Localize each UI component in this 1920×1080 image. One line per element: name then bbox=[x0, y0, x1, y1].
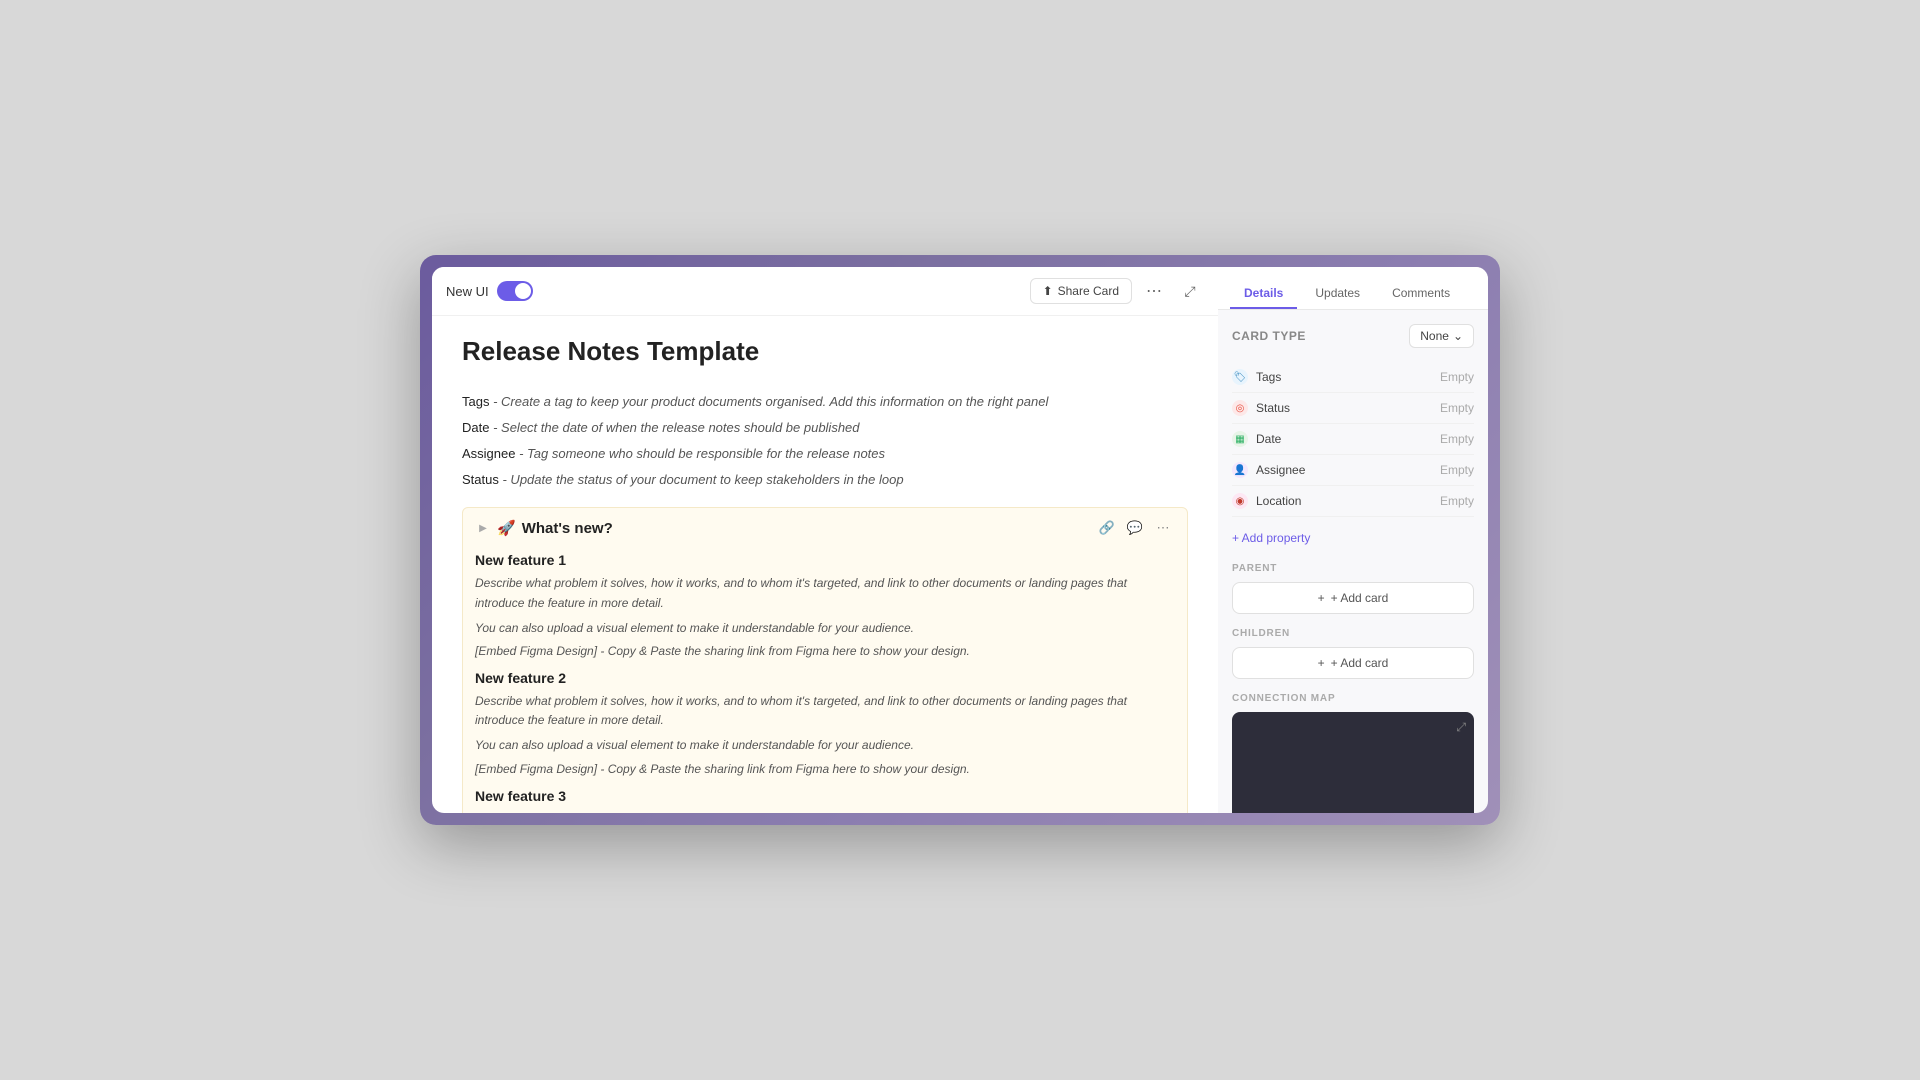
toolbar-right: ⬆ Share Card ⋯ ⤢ bbox=[1030, 277, 1204, 305]
new-ui-toggle[interactable] bbox=[497, 281, 533, 301]
date-property-value[interactable]: Empty bbox=[1440, 432, 1474, 446]
more-options-button[interactable]: ⋯ bbox=[1140, 277, 1168, 305]
rocket-emoji: 🚀 bbox=[497, 519, 516, 537]
close-button[interactable]: × bbox=[1464, 267, 1488, 291]
card-type-row: Card type None ⌄ bbox=[1232, 324, 1474, 348]
feature-3-title: New feature 3 bbox=[475, 788, 1175, 804]
feature-1-desc1: Describe what problem it solves, how it … bbox=[475, 574, 1175, 612]
section-more-button[interactable]: ⋯ bbox=[1151, 516, 1175, 540]
field-tags: Tags - Create a tag to keep your product… bbox=[462, 391, 1188, 413]
connection-map-label: CONNECTION MAP bbox=[1232, 693, 1474, 704]
parent-section-label: PARENT bbox=[1232, 563, 1474, 574]
feature-2-title: New feature 2 bbox=[475, 670, 1175, 686]
section-header: ▶ 🚀 What's new? 🔗 💬 ⋯ bbox=[475, 516, 1175, 540]
property-location: ◉ Location Empty bbox=[1232, 486, 1474, 517]
feature-2-embed: [Embed Figma Design] - Copy & Paste the … bbox=[475, 762, 1175, 776]
tab-comments[interactable]: Comments bbox=[1378, 279, 1464, 309]
feature-1-title: New feature 1 bbox=[475, 552, 1175, 568]
feature-1-embed: [Embed Figma Design] - Copy & Paste the … bbox=[475, 644, 1175, 658]
tab-updates[interactable]: Updates bbox=[1301, 279, 1374, 309]
tabs-row: Details Updates Comments bbox=[1218, 267, 1488, 310]
section-collapse-button[interactable]: ▶ bbox=[475, 520, 491, 536]
tab-details[interactable]: Details bbox=[1230, 279, 1297, 309]
date-property-icon: ▦ bbox=[1232, 431, 1248, 447]
section-comment-button[interactable]: 💬 bbox=[1123, 516, 1147, 540]
property-status: ◎ Status Empty bbox=[1232, 393, 1474, 424]
whats-new-section: ▶ 🚀 What's new? 🔗 💬 ⋯ New feature 1 bbox=[462, 507, 1188, 813]
location-property-name: Location bbox=[1256, 494, 1301, 508]
properties-list: 🏷 Tags Empty ◎ Status Empty ▦ Date bbox=[1232, 362, 1474, 517]
toolbar: New UI ⬆ Share Card ⋯ ⤢ bbox=[432, 267, 1218, 316]
new-ui-label: New UI bbox=[446, 284, 489, 299]
field-date: Date - Select the date of when the relea… bbox=[462, 417, 1188, 439]
tag-property-icon: 🏷 bbox=[1232, 369, 1248, 385]
content-area: Release Notes Template Tags - Create a t… bbox=[432, 316, 1218, 813]
assignee-property-value[interactable]: Empty bbox=[1440, 463, 1474, 477]
feature-2: New feature 2 Describe what problem it s… bbox=[475, 670, 1175, 776]
status-property-value[interactable]: Empty bbox=[1440, 401, 1474, 415]
shrink-button[interactable]: ⤢ bbox=[1176, 277, 1204, 305]
main-panel: New UI ⬆ Share Card ⋯ ⤢ Release Notes Te… bbox=[432, 267, 1218, 813]
section-link-button[interactable]: 🔗 bbox=[1095, 516, 1119, 540]
section-actions: 🔗 💬 ⋯ bbox=[1095, 516, 1175, 540]
assignee-property-name: Assignee bbox=[1256, 463, 1305, 477]
property-date: ▦ Date Empty bbox=[1232, 424, 1474, 455]
feature-3: New feature 3 Describe what problem it s… bbox=[475, 788, 1175, 814]
share-card-button[interactable]: ⬆ Share Card bbox=[1030, 278, 1132, 304]
connection-map-section: CONNECTION MAP ⤢ bbox=[1232, 693, 1474, 813]
plus-icon: + bbox=[1318, 591, 1325, 605]
assignee-property-icon: 👤 bbox=[1232, 462, 1248, 478]
parent-add-card-button[interactable]: + + Add card bbox=[1232, 582, 1474, 614]
add-property-button[interactable]: + Add property bbox=[1232, 527, 1474, 549]
tag-property-value[interactable]: Empty bbox=[1440, 370, 1474, 384]
plus-icon-2: + bbox=[1318, 656, 1325, 670]
app-window: × New UI ⬆ Share Card ⋯ ⤢ bbox=[420, 255, 1500, 825]
panel-content: Card type None ⌄ 🏷 Tags Empty ◎ bbox=[1218, 310, 1488, 813]
field-status: Status - Update the status of your docum… bbox=[462, 469, 1188, 491]
property-tags: 🏷 Tags Empty bbox=[1232, 362, 1474, 393]
card-type-label: Card type bbox=[1232, 329, 1306, 343]
feature-3-desc1: Describe what problem it solves, how it … bbox=[475, 810, 1175, 814]
feature-1: New feature 1 Describe what problem it s… bbox=[475, 552, 1175, 658]
feature-2-desc1: Describe what problem it solves, how it … bbox=[475, 692, 1175, 730]
status-property-icon: ◎ bbox=[1232, 400, 1248, 416]
property-assignee: 👤 Assignee Empty bbox=[1232, 455, 1474, 486]
document-title: Release Notes Template bbox=[462, 336, 1188, 367]
right-panel: Details Updates Comments Card type None … bbox=[1218, 267, 1488, 813]
location-property-value[interactable]: Empty bbox=[1440, 494, 1474, 508]
status-property-name: Status bbox=[1256, 401, 1290, 415]
chevron-down-icon: ⌄ bbox=[1453, 329, 1463, 343]
feature-1-desc2: You can also upload a visual element to … bbox=[475, 619, 1175, 638]
date-property-name: Date bbox=[1256, 432, 1281, 446]
toolbar-left: New UI bbox=[446, 281, 533, 301]
feature-2-desc2: You can also upload a visual element to … bbox=[475, 736, 1175, 755]
tag-property-name: Tags bbox=[1256, 370, 1281, 384]
location-property-icon: ◉ bbox=[1232, 493, 1248, 509]
share-icon: ⬆ bbox=[1043, 284, 1053, 298]
connection-map-box: ⤢ bbox=[1232, 712, 1474, 813]
children-add-card-button[interactable]: + + Add card bbox=[1232, 647, 1474, 679]
card-type-select[interactable]: None ⌄ bbox=[1409, 324, 1474, 348]
section-title: 🚀 What's new? bbox=[497, 519, 613, 537]
children-section-label: CHILDREN bbox=[1232, 628, 1474, 639]
more-icon: ⋯ bbox=[1146, 281, 1162, 301]
shrink-icon: ⤢ bbox=[1184, 283, 1195, 300]
field-assignee: Assignee - Tag someone who should be res… bbox=[462, 443, 1188, 465]
expand-icon[interactable]: ⤢ bbox=[1456, 720, 1466, 735]
